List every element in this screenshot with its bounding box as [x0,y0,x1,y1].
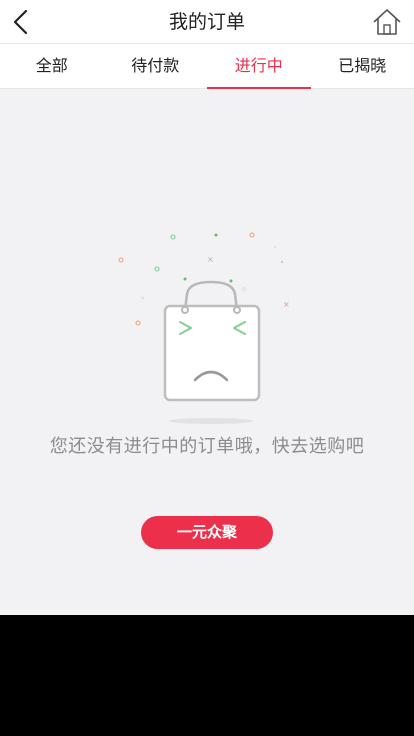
header-bar: 我的订单 [0,0,414,44]
bottom-blank-area [0,615,414,736]
empty-state-message: 您还没有进行中的订单哦，快去选购吧 [49,436,365,457]
empty-illustration: × × [107,222,318,432]
active-tab-indicator [207,87,311,89]
svg-text:×: × [283,300,290,309]
shop-now-button[interactable]: 一元众聚 [141,516,273,549]
tab-label: 全部 [35,56,68,75]
home-button[interactable] [368,3,406,41]
order-screen: 我的订单 全部 待付款 进行中 已揭晓 × × 您还没有进行中的订单哦，快去选购… [0,0,414,615]
tab-all[interactable]: 全部 [0,44,104,88]
tab-in-progress[interactable]: 进行中 [207,44,311,89]
tab-pending-payment[interactable]: 待付款 [104,44,208,88]
tab-label: 已揭晓 [338,56,387,75]
page-title: 我的订单 [168,11,245,33]
tab-label: 进行中 [234,56,283,75]
tab-revealed[interactable]: 已揭晓 [311,44,414,88]
home-icon [373,9,401,35]
order-tabs: 全部 待付款 进行中 已揭晓 [0,44,414,89]
sad-shopping-bag-icon: × × [118,232,318,424]
tab-label: 待付款 [131,56,180,75]
svg-text:×: × [207,255,214,264]
